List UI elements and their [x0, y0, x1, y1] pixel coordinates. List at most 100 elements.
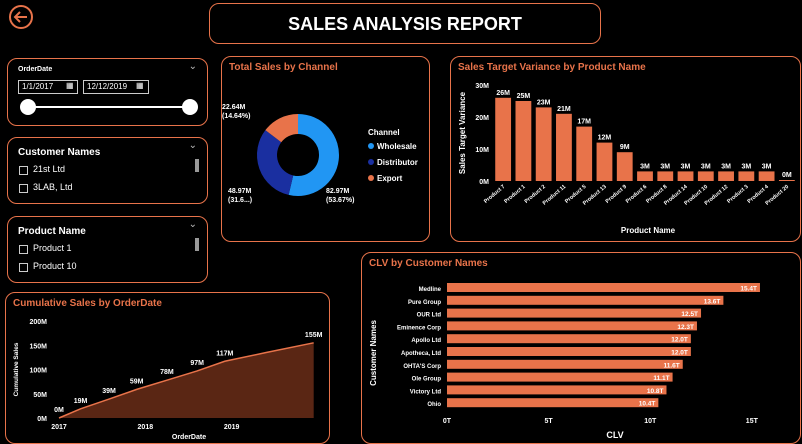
variance-bar-chart: 0M 10M 20M 30M Sales Target Variance 26M Produ…: [458, 83, 795, 235]
bar: [535, 107, 552, 181]
chevron-down-icon[interactable]: ⌄: [189, 61, 197, 72]
x-tick-label: 5T: [545, 418, 554, 425]
legend-label: Export: [377, 174, 403, 183]
range-start-handle[interactable]: [20, 99, 36, 115]
channel-chart-panel: Total Sales by Channel 82.97M (53.67%) 48.…: [221, 56, 430, 242]
bar: [657, 171, 674, 181]
bar: [718, 171, 734, 181]
date-slicer: OrderDate ⌄ 1/1/2017 ▦ 12/12/2019 ▦: [7, 58, 208, 126]
bar: [447, 321, 697, 331]
scrollbar[interactable]: [195, 238, 199, 251]
category-label: Ohio: [427, 402, 441, 408]
bar-value-label: 25M: [517, 93, 531, 100]
cumulative-area-chart: 0M 50M 100M 150M 200M Cumulative Sales 0M 19M 39…: [13, 319, 323, 441]
x-tick-label: Product 6: [625, 184, 648, 205]
x-axis-title: CLV: [606, 430, 623, 440]
x-tick-label: Product 3: [726, 184, 749, 205]
y-tick-label: 30M: [475, 83, 489, 90]
y-axis-title: Sales Target Variance: [458, 91, 467, 174]
cumulative-chart-panel: Cumulative Sales by OrderDate 0M 50M 100M 1…: [5, 292, 330, 444]
date-range-track: [28, 106, 192, 108]
point-label: 0M: [54, 407, 64, 414]
range-end-handle[interactable]: [182, 99, 198, 115]
bar: [677, 171, 694, 181]
point-label: 155M: [305, 332, 323, 339]
category-label: OUR Ltd: [417, 313, 442, 319]
bar-value-label: 3M: [660, 163, 670, 170]
checkbox[interactable]: [19, 263, 28, 272]
bar-value-label: 3M: [762, 163, 772, 170]
legend-label: Distributor: [377, 158, 418, 167]
customer-option[interactable]: 3LAB, Ltd: [33, 182, 73, 192]
point-label: 97M: [190, 360, 204, 367]
back-arrow-icon[interactable]: [6, 3, 36, 33]
calendar-icon[interactable]: ▦: [136, 81, 144, 90]
x-tick-label: Product 1: [503, 184, 526, 205]
bar-value-label: 12.5T: [681, 311, 698, 318]
bar: [515, 101, 532, 181]
y-axis-title: Customer Names: [369, 320, 378, 386]
product-option[interactable]: Product 1: [33, 243, 72, 253]
y-tick-label: 50M: [33, 392, 47, 399]
checkbox[interactable]: [19, 245, 28, 254]
point-label: 59M: [130, 378, 144, 385]
x-tick-label: Product 7: [483, 184, 506, 205]
product-slicer: Product Name ⌄ Product 1 Product 10: [7, 216, 208, 283]
x-tick-label: 2017: [51, 424, 67, 431]
donut-slice-export: [265, 114, 299, 143]
bar: [447, 334, 691, 344]
bar-value-label: 12.0T: [671, 337, 688, 344]
customer-slicer-title: Customer Names: [18, 147, 101, 158]
end-date-value: 12/12/2019: [87, 82, 128, 91]
bar-value-label: 21M: [557, 106, 571, 113]
point-label: 78M: [160, 369, 174, 376]
bar-value-label: 26M: [496, 90, 510, 97]
slice-pct-label: (14.64%): [222, 113, 250, 120]
legend-marker: [368, 143, 374, 149]
bar-value-label: 15.4T: [740, 286, 757, 293]
bar-value-label: 17M: [577, 119, 591, 126]
bar: [447, 372, 673, 382]
y-tick-label: 10M: [475, 147, 489, 154]
bar-value-label: 3M: [701, 163, 711, 170]
bar-value-label: 3M: [640, 163, 650, 170]
calendar-icon[interactable]: ▦: [66, 81, 74, 90]
customer-option[interactable]: 21st Ltd: [33, 164, 65, 174]
bar-value-label: 12.0T: [671, 350, 688, 357]
x-tick-label: 10T: [644, 418, 657, 425]
bar: [596, 142, 613, 181]
product-slicer-title: Product Name: [18, 226, 86, 237]
checkbox[interactable]: [19, 184, 28, 193]
point-label: 19M: [74, 398, 88, 405]
bar-value-label: 3M: [721, 163, 731, 170]
bar: [447, 347, 691, 356]
bar-value-label: 3M: [681, 163, 691, 170]
chevron-down-icon[interactable]: ⌄: [189, 140, 197, 151]
bar-value-label: 0M: [782, 172, 792, 179]
slice-value-label: 22.64M: [222, 104, 246, 111]
bar-value-label: 13.6T: [704, 298, 721, 305]
legend-marker: [368, 175, 374, 181]
x-tick-label: 0T: [443, 418, 452, 425]
bar: [758, 171, 775, 181]
category-label: Victory Ltd: [410, 389, 442, 395]
x-axis-title: Product Name: [621, 226, 676, 235]
bar-value-label: 12M: [598, 135, 612, 142]
bar-value-label: 11.6T: [663, 362, 679, 369]
chevron-down-icon[interactable]: ⌄: [189, 219, 197, 230]
slice-value-label: 48.97M: [228, 188, 252, 195]
category-label: Pure Group: [408, 300, 441, 306]
bar: [447, 398, 659, 408]
legend-label: Wholesale: [377, 142, 417, 151]
category-label: Eminence Corp: [397, 325, 441, 331]
y-tick-label: 20M: [475, 115, 489, 122]
scrollbar[interactable]: [195, 159, 199, 172]
product-option[interactable]: Product 10: [33, 261, 77, 271]
checkbox[interactable]: [19, 166, 28, 175]
category-label: Apollo Ltd: [411, 338, 441, 344]
bar: [447, 295, 724, 305]
date-slicer-label: OrderDate: [18, 66, 53, 73]
slice-value-label: 82.97M: [326, 188, 350, 195]
y-tick-label: 100M: [29, 368, 47, 375]
area-fill: [59, 342, 314, 418]
